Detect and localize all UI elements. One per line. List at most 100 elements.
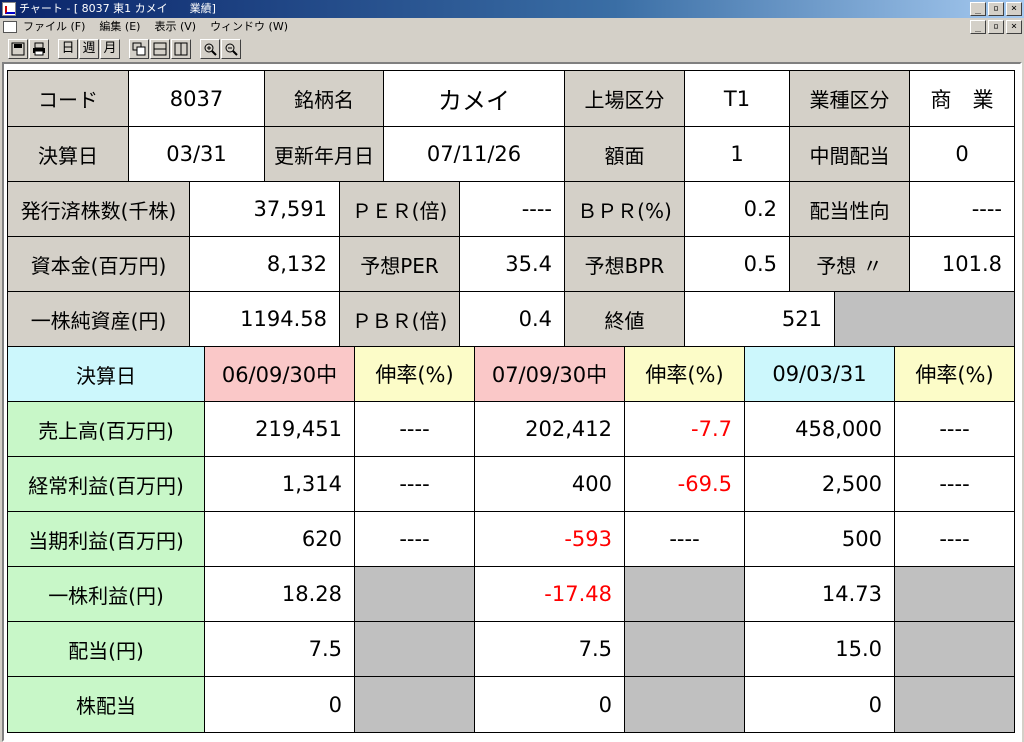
stock-dividend-label: 株配当 bbox=[7, 676, 205, 733]
restore-button[interactable]: ▫ bbox=[988, 2, 1004, 16]
net-income-p2: -593 bbox=[474, 511, 625, 567]
sales-label: 売上高(百万円) bbox=[7, 401, 205, 457]
fiscal-label: 決算日 bbox=[7, 126, 129, 182]
document-window-controls: _ ▫ × bbox=[970, 20, 1022, 34]
menu-window[interactable]: ウィンドウ (W) bbox=[210, 18, 288, 36]
menu-file[interactable]: ファイル (F) bbox=[23, 18, 85, 36]
results-period-3: 09/03/31 bbox=[744, 346, 895, 402]
ordinary-profit-g3: ---- bbox=[894, 456, 1015, 512]
name-label: 銘柄名 bbox=[264, 70, 384, 127]
eps-g1-empty bbox=[354, 566, 475, 622]
pbr-value: 0.4 bbox=[459, 291, 565, 347]
minimize-button[interactable]: _ bbox=[970, 2, 986, 16]
sales-p3: 458,000 bbox=[744, 401, 895, 457]
sales-g1: ---- bbox=[354, 401, 475, 457]
stock-dividend-g3-empty bbox=[894, 676, 1015, 733]
monthly-button[interactable]: 月 bbox=[100, 39, 120, 59]
market-label: 上場区分 bbox=[564, 70, 685, 127]
zoom-out-icon bbox=[225, 43, 238, 56]
eps-p3: 14.73 bbox=[744, 566, 895, 622]
printer-icon bbox=[33, 42, 45, 56]
forecast-payout-label: 予想 〃 bbox=[789, 236, 910, 292]
daily-button[interactable]: 日 bbox=[58, 39, 78, 59]
market-value: T1 bbox=[684, 70, 790, 127]
net-income-g2: ---- bbox=[624, 511, 745, 567]
results-growth-header-2: 伸率(%) bbox=[624, 346, 745, 402]
tile-vertical-icon bbox=[174, 42, 188, 56]
save-icon bbox=[11, 42, 25, 56]
ordinary-profit-g1: ---- bbox=[354, 456, 475, 512]
industry-label: 業種区分 bbox=[789, 70, 910, 127]
pbr-label: ＰＢＲ(倍) bbox=[339, 291, 460, 347]
per-label: ＰＥＲ(倍) bbox=[339, 181, 460, 237]
ordinary-profit-g2: -69.5 bbox=[624, 456, 745, 512]
menu-view[interactable]: 表示 (V) bbox=[154, 18, 196, 36]
zoom-in-icon bbox=[204, 43, 217, 56]
eps-p2: -17.48 bbox=[474, 566, 625, 622]
results-header-label: 決算日 bbox=[7, 346, 205, 402]
stock-dividend-g1-empty bbox=[354, 676, 475, 733]
shares-value: 37,591 bbox=[189, 181, 340, 237]
window-title: チャート - [ 8037 東1 カメイ 業績] bbox=[19, 2, 216, 15]
eps-g2-empty bbox=[624, 566, 745, 622]
bps-label: 一株純資産(円) bbox=[7, 291, 190, 347]
forecast-payout-value: 101.8 bbox=[909, 236, 1015, 292]
net-income-p1: 620 bbox=[204, 511, 355, 567]
menu-edit[interactable]: 編集 (E) bbox=[99, 18, 140, 36]
payout-value: ---- bbox=[909, 181, 1015, 237]
company-info-table: コード 8037 銘柄名 カメイ 上場区分 T1 業種区分 商 業 決算日 03… bbox=[7, 70, 1015, 734]
cascade-button[interactable] bbox=[129, 39, 149, 59]
stock-dividend-g2-empty bbox=[624, 676, 745, 733]
sales-g2: -7.7 bbox=[624, 401, 745, 457]
dividend-p1: 7.5 bbox=[204, 621, 355, 677]
dividend-label: 配当(円) bbox=[7, 621, 205, 677]
weekly-button[interactable]: 週 bbox=[79, 39, 99, 59]
updated-label: 更新年月日 bbox=[264, 126, 384, 182]
title-bar: チャート - [ 8037 東1 カメイ 業績] _ ▫ × bbox=[0, 0, 1024, 18]
dividend-g2-empty bbox=[624, 621, 745, 677]
tile-vertical-button[interactable] bbox=[171, 39, 191, 59]
eps-g3-empty bbox=[894, 566, 1015, 622]
ordinary-profit-label: 経常利益(百万円) bbox=[7, 456, 205, 512]
updated-value: 07/11/26 bbox=[383, 126, 565, 182]
window-controls: _ ▫ × bbox=[970, 2, 1022, 16]
net-income-label: 当期利益(百万円) bbox=[7, 511, 205, 567]
dividend-p3: 15.0 bbox=[744, 621, 895, 677]
stock-dividend-p3: 0 bbox=[744, 676, 895, 733]
tile-horizontal-button[interactable] bbox=[150, 39, 170, 59]
document-icon[interactable] bbox=[3, 21, 17, 33]
results-period-1: 06/09/30中 bbox=[204, 346, 355, 402]
stock-dividend-p2: 0 bbox=[474, 676, 625, 733]
results-growth-header-1: 伸率(%) bbox=[354, 346, 475, 402]
results-growth-header-3: 伸率(%) bbox=[894, 346, 1015, 402]
doc-minimize-button[interactable]: _ bbox=[970, 20, 986, 34]
chart-app-icon bbox=[2, 2, 16, 16]
code-label: コード bbox=[7, 70, 129, 127]
par-label: 額面 bbox=[564, 126, 685, 182]
close-value: 521 bbox=[684, 291, 835, 347]
toolbar: 日 週 月 bbox=[0, 37, 1024, 61]
doc-restore-button[interactable]: ▫ bbox=[988, 20, 1004, 34]
print-button[interactable] bbox=[29, 39, 49, 59]
net-income-g3: ---- bbox=[894, 511, 1015, 567]
sales-p1: 219,451 bbox=[204, 401, 355, 457]
tile-horizontal-icon bbox=[153, 42, 167, 56]
dividend-g1-empty bbox=[354, 621, 475, 677]
close-button[interactable]: × bbox=[1006, 2, 1022, 16]
bps-value: 1194.58 bbox=[189, 291, 340, 347]
bpr-label: ＢＰＲ(%) bbox=[564, 181, 685, 237]
shares-label: 発行済株数(千株) bbox=[7, 181, 190, 237]
par-value: 1 bbox=[684, 126, 790, 182]
zoom-out-button[interactable] bbox=[221, 39, 241, 59]
stock-dividend-p1: 0 bbox=[204, 676, 355, 733]
capital-label: 資本金(百万円) bbox=[7, 236, 190, 292]
save-button[interactable] bbox=[8, 39, 28, 59]
per-value: ---- bbox=[459, 181, 565, 237]
code-value: 8037 bbox=[128, 70, 265, 127]
zoom-in-button[interactable] bbox=[200, 39, 220, 59]
dividend-g3-empty bbox=[894, 621, 1015, 677]
payout-label: 配当性向 bbox=[789, 181, 910, 237]
eps-label: 一株利益(円) bbox=[7, 566, 205, 622]
doc-close-button[interactable]: × bbox=[1006, 20, 1022, 34]
net-income-p3: 500 bbox=[744, 511, 895, 567]
